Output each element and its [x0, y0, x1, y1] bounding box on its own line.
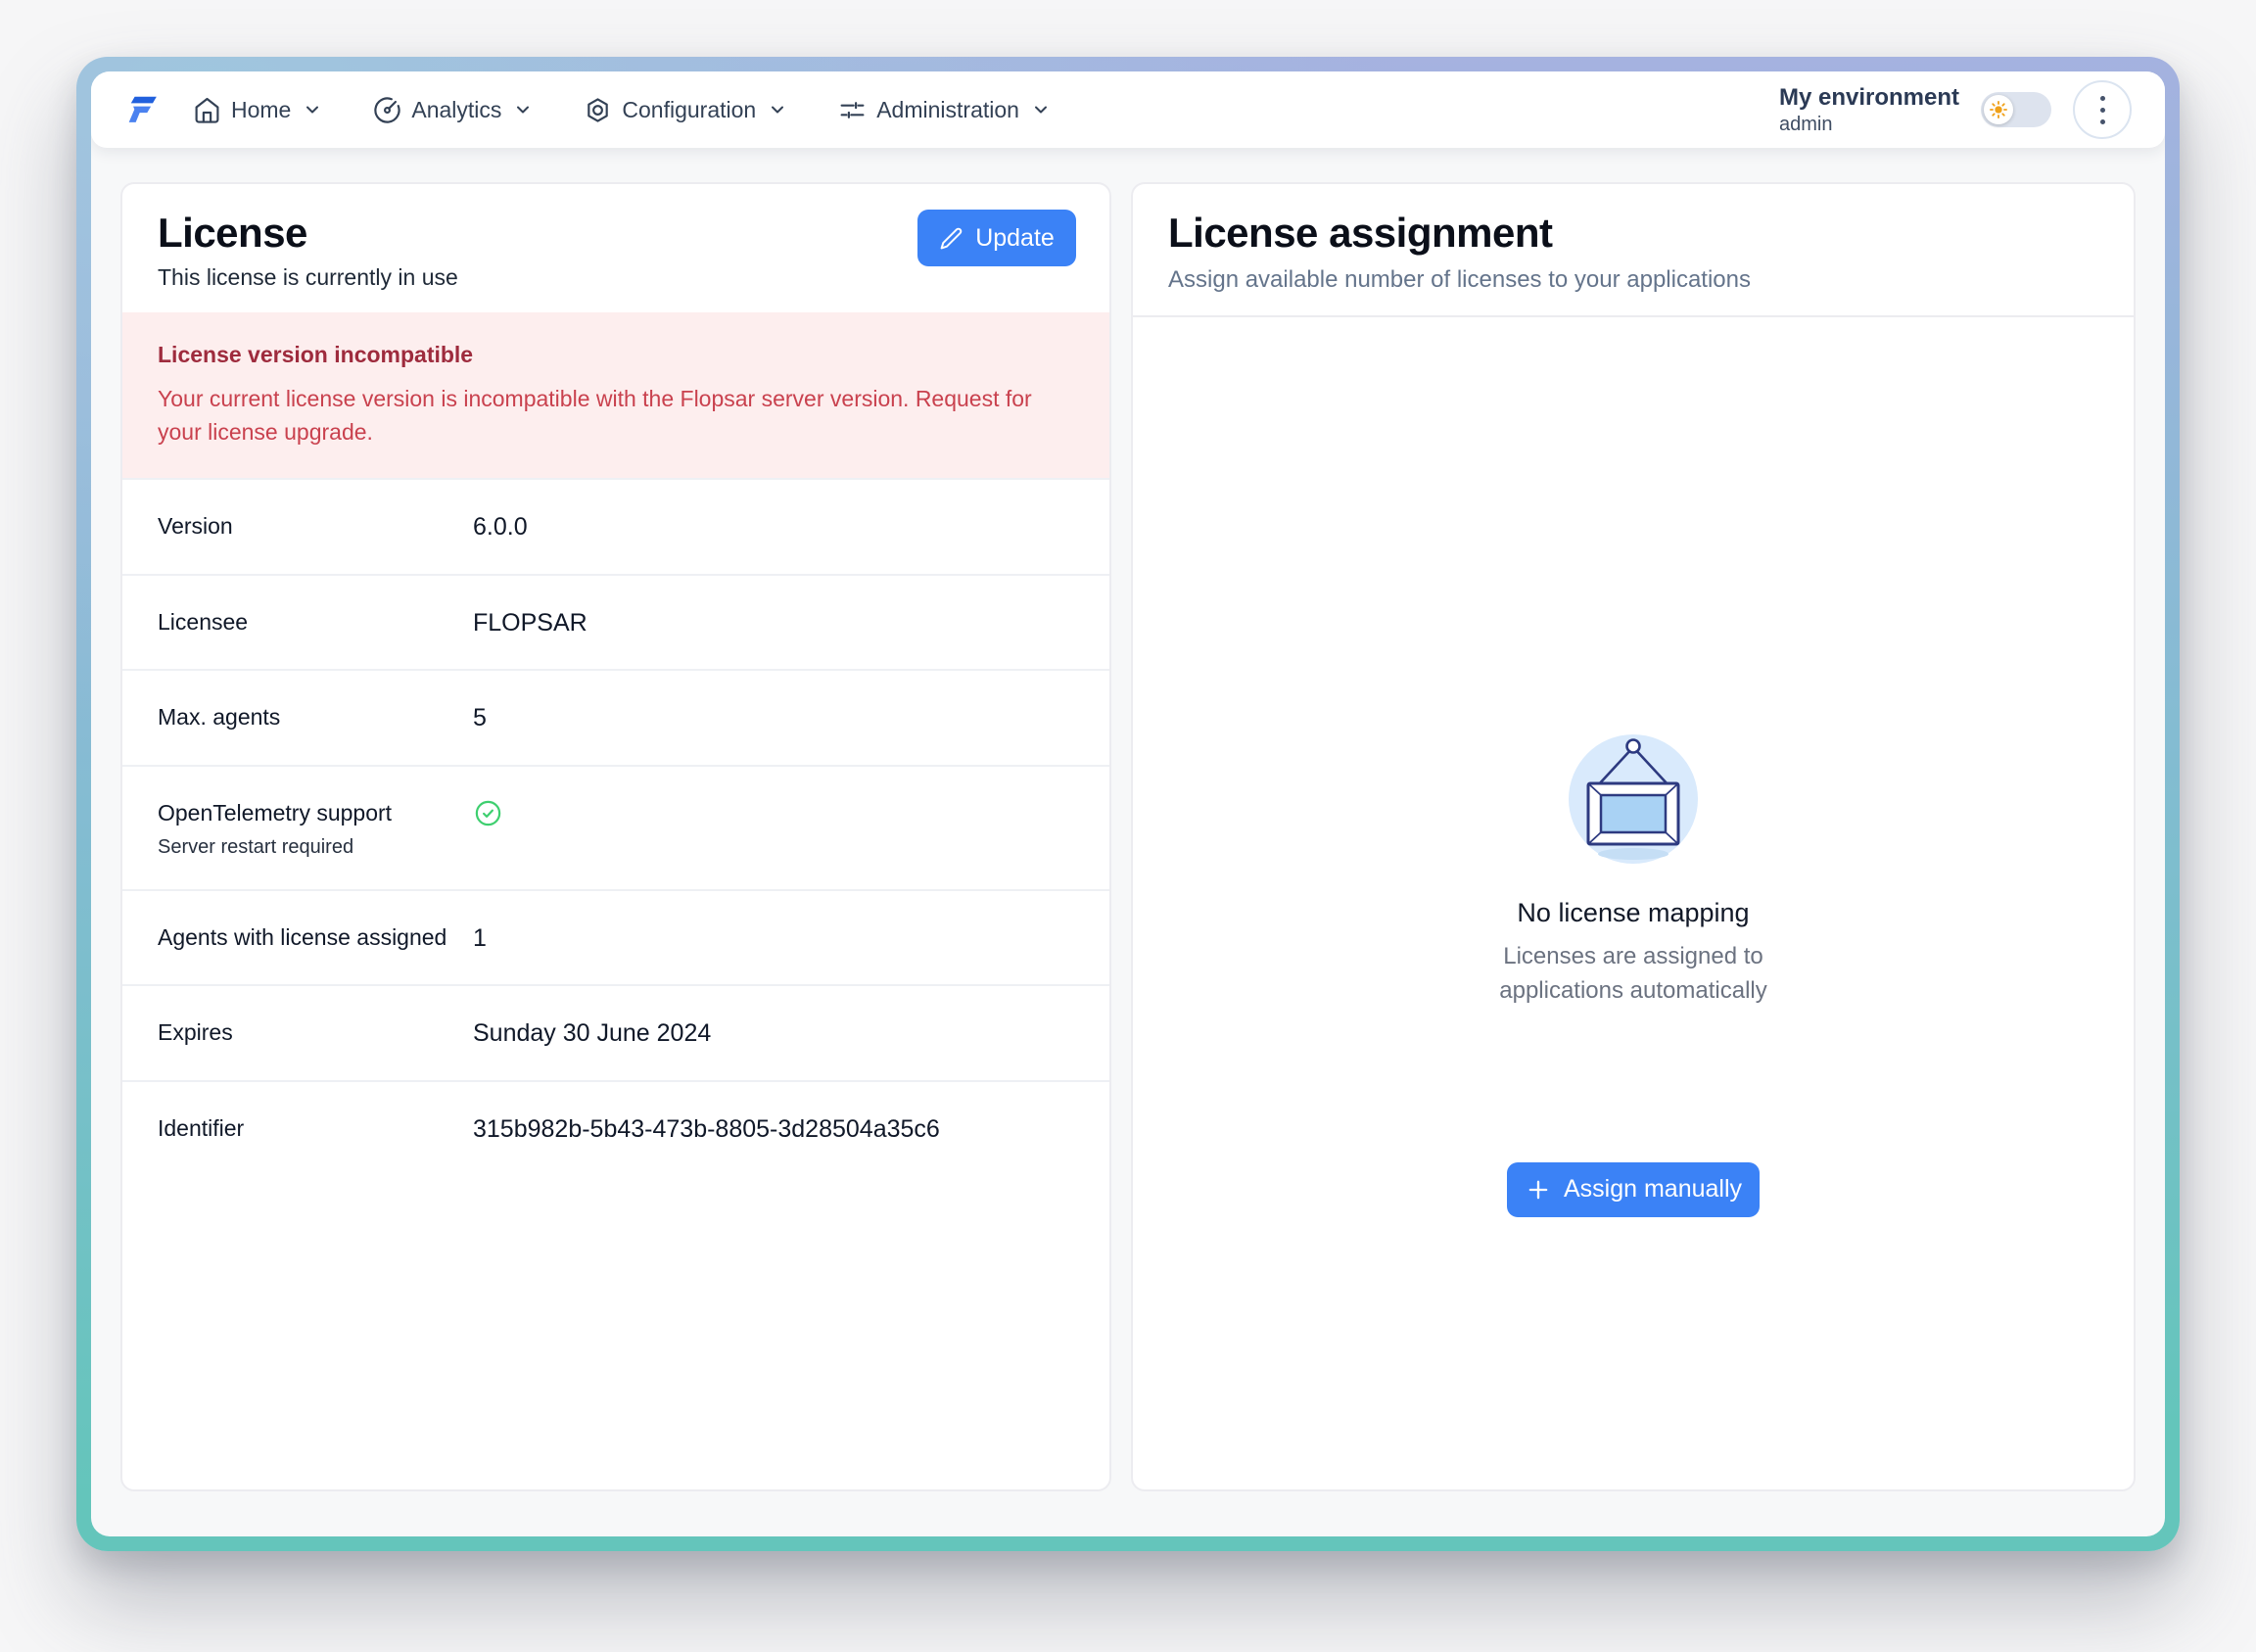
row-value: FLOPSAR	[473, 606, 588, 639]
table-row-max-agents: Max. agents 5	[122, 669, 1109, 765]
row-label: Identifier	[158, 1112, 453, 1144]
app-window: Home Analytics Configuration	[76, 57, 2180, 1551]
nav-item-analytics[interactable]: Analytics	[373, 96, 533, 124]
nav-label-administration: Administration	[876, 97, 1019, 123]
environment-name: My environment	[1779, 83, 1959, 113]
row-value: 1	[473, 921, 487, 955]
row-value: Sunday 30 June 2024	[473, 1016, 711, 1050]
environment-user: admin	[1779, 113, 1959, 137]
alert-title: License version incompatible	[158, 342, 1070, 368]
nav-item-administration[interactable]: Administration	[838, 96, 1051, 124]
kebab-dot	[2100, 119, 2105, 124]
table-row-opentelemetry: OpenTelemetry support Server restart req…	[122, 765, 1109, 889]
row-label: Version	[158, 510, 453, 542]
theme-toggle[interactable]	[1981, 92, 2051, 127]
update-button-label: Update	[975, 224, 1055, 253]
empty-state-title: No license mapping	[1517, 898, 1749, 928]
row-label: Max. agents	[158, 701, 453, 732]
assign-button-label: Assign manually	[1564, 1175, 1742, 1204]
row-label: OpenTelemetry support	[158, 797, 453, 828]
nav-label-analytics: Analytics	[411, 97, 501, 123]
home-icon	[193, 96, 221, 124]
navbar-right-cluster: My environment admin	[1779, 80, 2132, 139]
table-row-version: Version 6.0.0	[122, 478, 1109, 574]
cards-row: License This license is currently in use…	[120, 182, 2136, 1491]
app-surface: Home Analytics Configuration	[91, 71, 2165, 1536]
row-value	[473, 797, 503, 859]
empty-state: No license mapping Licenses are assigned…	[1133, 317, 2134, 1489]
row-label: Licensee	[158, 606, 453, 637]
license-version-alert: License version incompatible Your curren…	[122, 312, 1109, 478]
row-value: 315b982b-5b43-473b-8805-3d28504a35c6	[473, 1112, 940, 1146]
row-value: 6.0.0	[473, 510, 528, 543]
row-sublabel: Server restart required	[158, 836, 453, 859]
assignment-card-header: License assignment Assign available numb…	[1133, 184, 2134, 317]
table-row-identifier: Identifier 315b982b-5b43-473b-8805-3d285…	[122, 1080, 1109, 1176]
gauge-icon	[373, 96, 401, 124]
table-row-agents-assigned: Agents with license assigned 1	[122, 889, 1109, 985]
chevron-down-icon	[768, 100, 787, 119]
kebab-dot	[2100, 108, 2105, 113]
sun-icon	[1988, 99, 2009, 120]
row-value: 5	[473, 701, 487, 734]
assignment-title: License assignment	[1168, 210, 2098, 257]
chevron-down-icon	[513, 100, 533, 119]
row-label: Expires	[158, 1016, 453, 1048]
license-card-header: License This license is currently in use…	[122, 184, 1109, 312]
license-card: License This license is currently in use…	[120, 182, 1111, 1491]
license-subtitle: This license is currently in use	[158, 264, 1074, 291]
nut-icon	[584, 96, 612, 124]
chevron-down-icon	[1031, 100, 1051, 119]
more-options-button[interactable]	[2073, 80, 2132, 139]
theme-toggle-knob	[1984, 95, 2013, 124]
nav-label-home: Home	[231, 97, 291, 123]
alert-message: Your current license version is incompat…	[158, 382, 1070, 448]
sliders-icon	[838, 96, 867, 124]
nav-item-home[interactable]: Home	[193, 96, 322, 124]
license-assignment-card: License assignment Assign available numb…	[1131, 182, 2136, 1491]
kebab-dot	[2100, 96, 2105, 101]
table-row-expires: Expires Sunday 30 June 2024	[122, 984, 1109, 1080]
update-license-button[interactable]: Update	[917, 210, 1076, 266]
assign-manually-button[interactable]: Assign manually	[1507, 1162, 1760, 1217]
pencil-icon	[939, 226, 964, 251]
nav-item-configuration[interactable]: Configuration	[584, 96, 787, 124]
top-navbar: Home Analytics Configuration	[91, 71, 2165, 148]
flopsar-logo-icon	[124, 92, 160, 127]
page-content: License This license is currently in use…	[91, 148, 2165, 1536]
environment-block: My environment admin	[1779, 83, 1959, 137]
empty-state-message: Licenses are assigned to applications au…	[1480, 940, 1788, 1009]
assignment-subtitle: Assign available number of licenses to y…	[1168, 266, 2098, 294]
row-label: Agents with license assigned	[158, 921, 453, 953]
check-circle-icon	[473, 798, 503, 828]
nav-label-configuration: Configuration	[622, 97, 756, 123]
table-row-licensee: Licensee FLOPSAR	[122, 574, 1109, 670]
plus-icon	[1525, 1176, 1552, 1204]
picture-frame-illustration	[1564, 724, 1703, 873]
chevron-down-icon	[303, 100, 322, 119]
